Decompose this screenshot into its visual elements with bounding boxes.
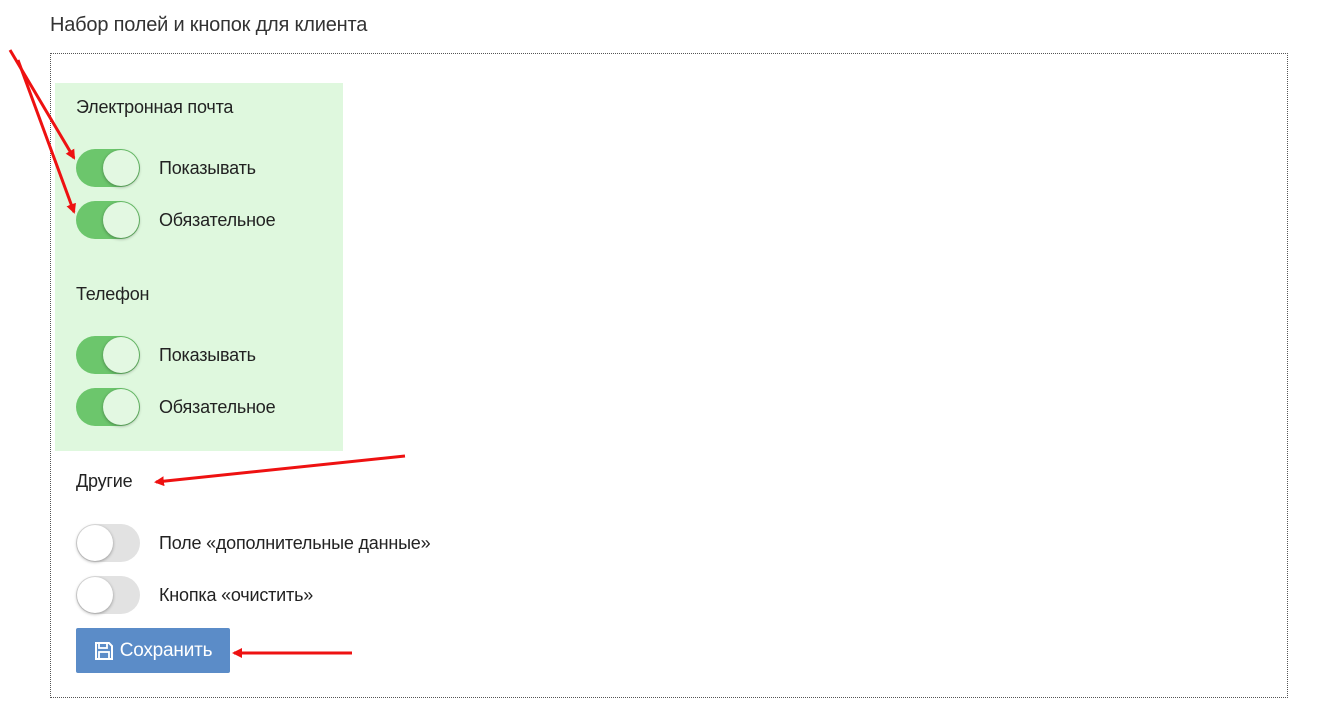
client-fields-settings-page: Набор полей и кнопок для клиента Электро… [0, 0, 1339, 727]
extra-data-row: Поле «дополнительные данные» [76, 523, 431, 563]
clear-button-row: Кнопка «очистить» [76, 575, 313, 615]
phone-show-label: Показывать [159, 344, 256, 365]
toggle-knob [77, 577, 113, 613]
extra-data-label: Поле «дополнительные данные» [159, 532, 431, 553]
phone-show-toggle[interactable] [76, 336, 140, 374]
save-button-label: Сохранить [119, 639, 213, 661]
toggle-knob [77, 525, 113, 561]
floppy-disk-icon [94, 641, 113, 660]
email-required-toggle[interactable] [76, 201, 140, 239]
email-required-row: Обязательное [76, 200, 276, 240]
phone-required-row: Обязательное [76, 387, 276, 427]
phone-show-row: Показывать [76, 335, 256, 375]
email-show-row: Показывать [76, 148, 256, 188]
email-required-label: Обязательное [159, 209, 276, 230]
clear-button-label: Кнопка «очистить» [159, 584, 314, 605]
toggle-knob [103, 150, 139, 186]
phone-group-label: Телефон [76, 284, 150, 304]
save-button[interactable]: Сохранить [76, 628, 230, 673]
clear-button-toggle[interactable] [76, 576, 140, 614]
email-group-label: Электронная почта [76, 97, 234, 117]
toggle-knob [103, 202, 139, 238]
section-title: Набор полей и кнопок для клиента [50, 14, 368, 36]
phone-required-toggle[interactable] [76, 388, 140, 426]
phone-required-label: Обязательное [159, 396, 276, 417]
email-show-label: Показывать [159, 157, 256, 178]
other-group-label: Другие [76, 471, 133, 491]
extra-data-toggle[interactable] [76, 524, 140, 562]
email-show-toggle[interactable] [76, 149, 140, 187]
toggle-knob [103, 389, 139, 425]
toggle-knob [103, 337, 139, 373]
